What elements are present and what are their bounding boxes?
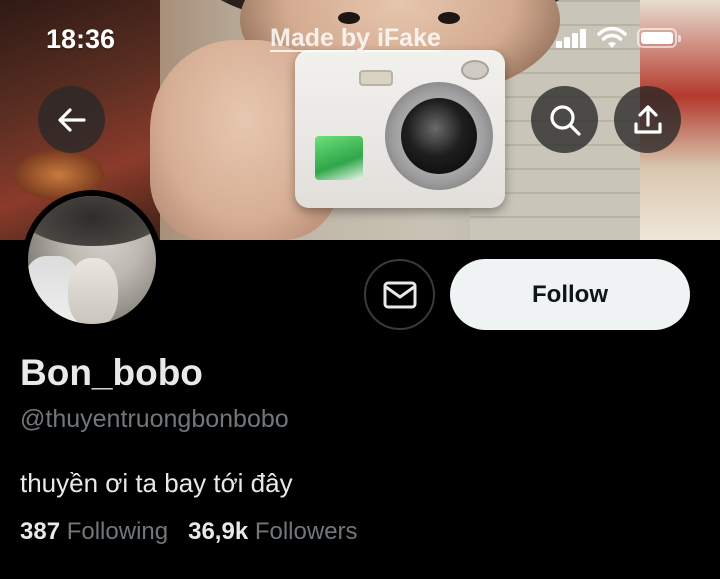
wifi-icon [597,26,627,48]
share-upload-icon [633,104,662,134]
message-button[interactable] [364,259,435,330]
search-button[interactable] [531,86,598,153]
followers-label: Followers [254,518,358,545]
battery-icon [637,28,681,48]
following-label: Following [66,518,169,545]
share-button[interactable] [614,86,681,153]
profile-bio: thuyền ơi ta bay tới đây [20,468,293,498]
followers-count: 36,9k [188,518,255,545]
camera-screen [315,136,363,180]
status-bar: 18:36 Made by iFake [0,0,720,78]
following-stat[interactable]: 387 Following [20,518,168,546]
cellular-signal-icon [556,28,590,48]
search-icon [549,104,581,136]
following-count: 387 [20,518,67,545]
follow-button[interactable]: Follow [450,259,690,330]
profile-handle: @thuyentruongbonbobo [20,405,289,433]
profile-stats: 387 Following 36,9k Followers [20,518,358,546]
profile-display-name: Bon_bobo [20,352,203,393]
envelope-icon [383,281,416,308]
camera-lens-glass [401,98,477,174]
status-time: 18:36 [46,24,116,54]
arrow-left-icon [57,107,86,132]
avatar-photo [28,196,156,324]
followers-stat[interactable]: 36,9k Followers [188,518,357,546]
watermark-text: Made by iFake [270,24,441,52]
back-button[interactable] [38,86,105,153]
avatar[interactable] [22,190,162,330]
